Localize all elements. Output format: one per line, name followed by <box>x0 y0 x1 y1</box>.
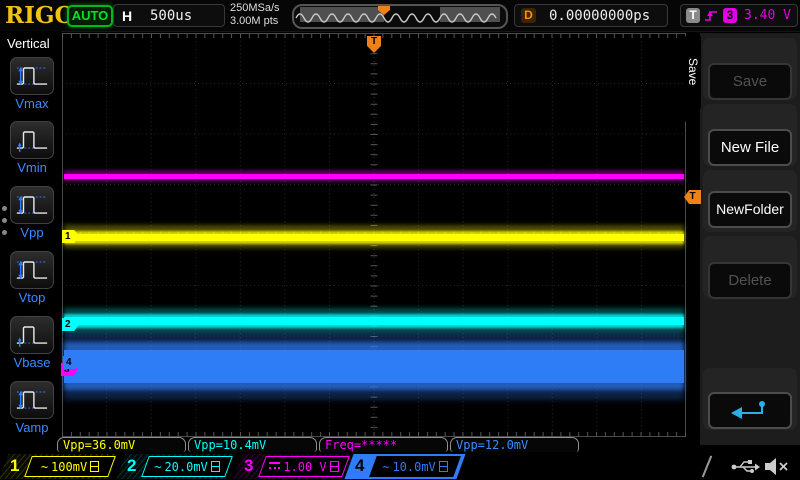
new-folder-button[interactable]: NewFolder <box>708 191 792 228</box>
return-button[interactable] <box>708 392 792 429</box>
memory-depth: 3.00M pts <box>230 15 280 28</box>
channel-3-number: 3 <box>244 456 253 476</box>
ac-coupling-icon: ~ <box>154 462 161 472</box>
channel-status-bar: 1 ~ 100mV 2 ~ 20.0mV 3 <box>0 453 800 480</box>
channel-2-scale: 20.0mV <box>164 460 207 474</box>
trigger-level-marker[interactable]: T <box>684 190 701 204</box>
menu-scroll-indicator <box>2 199 7 242</box>
horizontal-scale-box: H 500us <box>113 4 225 27</box>
channel-2-status[interactable]: 2 ~ 20.0mV <box>119 454 232 479</box>
measurement-2[interactable]: Vpp=10.4mV <box>188 437 317 452</box>
menu-item-vbase[interactable]: Vbase <box>9 316 55 370</box>
dc-coupling-icon <box>269 462 280 472</box>
menu-item-label: Vpp <box>9 225 55 240</box>
channel-4-number: 4 <box>355 456 364 476</box>
channel-1-status[interactable]: 1 ~ 100mV <box>2 454 115 479</box>
horizontal-label: H <box>122 8 132 24</box>
vmin-icon <box>15 127 49 154</box>
run-state-badge: AUTO <box>67 5 113 27</box>
menu-item-vamp[interactable]: Vamp <box>9 381 55 435</box>
menu-item-vpp[interactable]: Vpp <box>9 186 55 240</box>
trigger-source-badge: 3 <box>723 8 737 23</box>
rising-edge-icon <box>704 8 720 23</box>
fine-adjust-icon <box>330 461 339 472</box>
menu-item-label: Vamp <box>9 420 55 435</box>
menu-tab-save: Save <box>685 36 701 108</box>
menu-item-label: Vmin <box>9 160 55 175</box>
trigger-delay-box: D 0.00000000ps <box>514 4 668 27</box>
top-status-bar: RIGOL AUTO H 500us 250MSa/s 3.00M pts D … <box>0 0 800 32</box>
trigger-label: T <box>686 8 700 23</box>
vpp-icon <box>15 192 49 219</box>
ac-coupling-icon: ~ <box>382 462 389 472</box>
channel-3-scale: 1.00 V <box>283 460 326 474</box>
sample-rate: 250MSa/s <box>230 2 280 15</box>
menu-item-vmin[interactable]: Vmin <box>9 121 55 175</box>
measurement-3[interactable]: Freq=***** <box>319 437 448 452</box>
fine-adjust-icon <box>211 461 220 472</box>
menu-item-label: Vmax <box>9 96 55 111</box>
fine-adjust-icon <box>439 461 448 472</box>
menu-item-vtop[interactable]: Vtop <box>9 251 55 305</box>
delete-button[interactable]: Delete <box>708 262 792 299</box>
save-button[interactable]: Save <box>708 63 792 100</box>
channel-1-number: 1 <box>10 456 19 476</box>
speaker-muted-icon <box>763 456 791 477</box>
menu-item-label: Vtop <box>9 290 55 305</box>
vbase-icon <box>15 322 49 349</box>
channel-2-number: 2 <box>127 456 136 476</box>
ac-coupling-icon: ~ <box>41 462 48 472</box>
measurement-1[interactable]: Vpp=36.0mV <box>57 437 186 452</box>
trigger-level-value: 3.40 V <box>744 8 791 23</box>
delay-label: D <box>521 8 536 23</box>
vtop-icon <box>15 257 49 284</box>
oscilloscope-screen: RIGOL AUTO H 500us 250MSa/s 3.00M pts D … <box>0 0 800 480</box>
fine-adjust-icon <box>90 461 99 472</box>
waveform-display: 1 2 3 4 T <box>62 33 686 437</box>
trigger-info-box: T 3 3.40 V <box>680 4 798 27</box>
vmax-icon <box>15 63 49 90</box>
horizontal-scale-value: 500us <box>150 8 192 24</box>
channel-4-status[interactable]: 4 ~ 10.0mV <box>347 454 463 479</box>
memory-waveform-icon <box>294 6 502 23</box>
acquisition-info: 250MSa/s 3.00M pts <box>230 2 280 28</box>
return-arrow-icon <box>728 398 772 422</box>
menu-item-label: Vbase <box>9 355 55 370</box>
channel-4-scale: 10.0mV <box>392 460 435 474</box>
vertical-measure-menu: Vertical Vmax Vmin <box>0 31 61 445</box>
channel-3-status[interactable]: 3 1.00 V <box>236 454 349 479</box>
menu-item-vmax[interactable]: Vmax <box>9 57 55 111</box>
waveform-memory-preview <box>292 4 508 29</box>
measurement-4[interactable]: Vpp=12.0mV <box>450 437 579 452</box>
channel-1-scale: 100mV <box>51 460 87 474</box>
menu-title: Vertical <box>7 36 50 51</box>
new-file-button[interactable]: New File <box>708 129 792 166</box>
usb-icon <box>730 457 762 476</box>
vamp-icon <box>15 387 49 414</box>
delay-value: 0.00000000ps <box>549 8 650 24</box>
